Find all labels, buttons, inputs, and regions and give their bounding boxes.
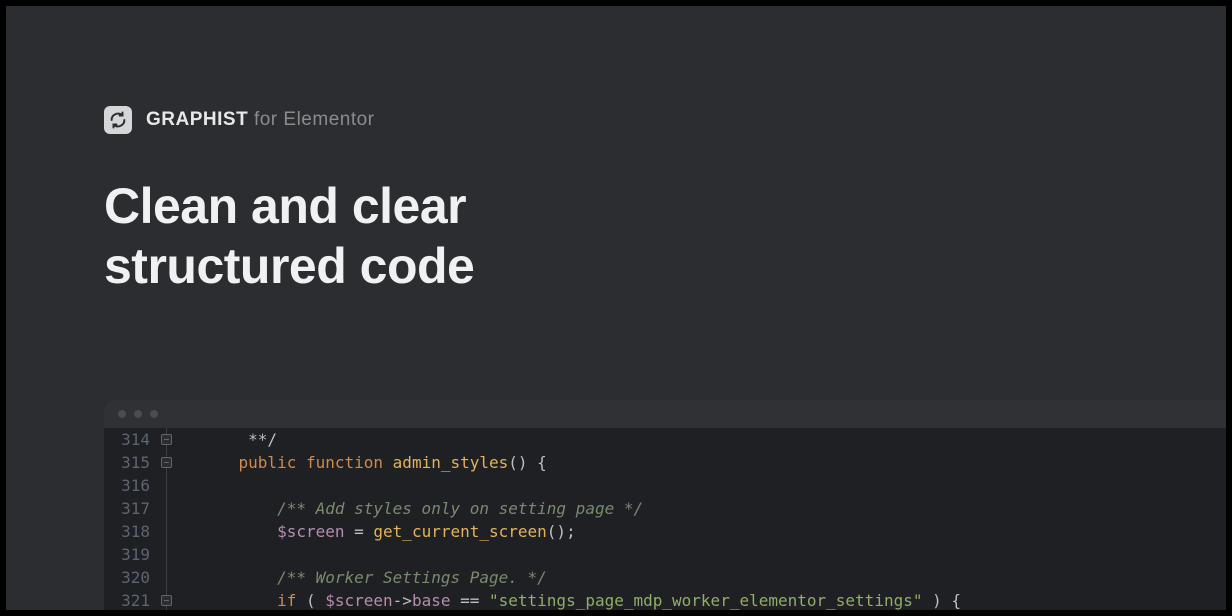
brand-suffix: for Elementor bbox=[248, 109, 374, 130]
code-line bbox=[194, 474, 1226, 497]
traffic-light-close-icon bbox=[118, 410, 126, 418]
gutter bbox=[160, 428, 194, 451]
code-line: /** Worker Settings Page. */ bbox=[194, 566, 1226, 589]
code-line: **/ bbox=[194, 428, 1226, 451]
line-number: 317 bbox=[104, 497, 160, 520]
hero-line-2: structured code bbox=[104, 236, 474, 296]
window-titlebar bbox=[104, 400, 1226, 428]
gutter bbox=[160, 451, 194, 474]
gutter bbox=[160, 543, 194, 566]
gutter bbox=[160, 589, 194, 610]
fold-toggle-icon[interactable] bbox=[161, 457, 172, 468]
code-line: /** Add styles only on setting page */ bbox=[194, 497, 1226, 520]
code-line: if ( $screen->base == "settings_page_mdp… bbox=[194, 589, 1226, 610]
code-line: $screen = get_current_screen(); bbox=[194, 520, 1226, 543]
brand-name: GRAPHIST bbox=[146, 109, 248, 130]
traffic-light-max-icon bbox=[150, 410, 158, 418]
gutter bbox=[160, 566, 194, 589]
fold-toggle-icon[interactable] bbox=[161, 595, 172, 606]
code-line bbox=[194, 543, 1226, 566]
line-number: 314 bbox=[104, 428, 160, 451]
hero-title: Clean and clear structured code bbox=[104, 176, 474, 296]
traffic-light-min-icon bbox=[134, 410, 142, 418]
line-number: 319 bbox=[104, 543, 160, 566]
line-number: 320 bbox=[104, 566, 160, 589]
gutter bbox=[160, 520, 194, 543]
code-line: public function admin_styles() { bbox=[194, 451, 1226, 474]
fold-toggle-icon[interactable] bbox=[161, 434, 172, 445]
brand-row: GRAPHIST for Elementor bbox=[104, 106, 375, 134]
hero-line-1: Clean and clear bbox=[104, 176, 474, 236]
gutter bbox=[160, 474, 194, 497]
code-editor-window: 314 **/ 315 public function admin_styles(… bbox=[104, 400, 1226, 610]
line-number: 315 bbox=[104, 451, 160, 474]
refresh-icon bbox=[104, 106, 132, 134]
promo-frame: GRAPHIST for Elementor Clean and clear s… bbox=[6, 6, 1226, 610]
line-number: 318 bbox=[104, 520, 160, 543]
line-number: 316 bbox=[104, 474, 160, 497]
brand-text: GRAPHIST for Elementor bbox=[146, 109, 375, 131]
gutter bbox=[160, 497, 194, 520]
code-view: 314 **/ 315 public function admin_styles(… bbox=[104, 428, 1226, 610]
line-number: 321 bbox=[104, 589, 160, 610]
